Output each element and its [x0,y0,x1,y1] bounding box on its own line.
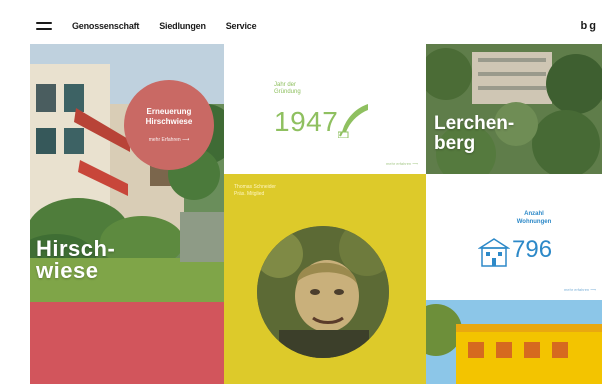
tile-founding-year[interactable]: Jahr der Gründung 1947 mehr erfahren ⟶ [224,44,426,174]
building-icon [478,238,510,267]
person-name: Thomas Schneider Präs. Mitglied [234,184,276,197]
tile-hirschwiese[interactable]: Hirsch- wiese Erneuerung Hirschwiese meh… [30,44,224,302]
apartment-count-label: Anzahl Wohnungen [516,211,552,225]
bottom-photo [426,300,602,384]
nav-item-genossenschaft[interactable]: Genossenschaft [72,21,139,31]
founding-year-more-link[interactable]: mehr erfahren ⟶ [386,161,418,166]
person-portrait-photo [257,226,389,358]
lerchenberg-title: Lerchen- berg [434,113,515,154]
person-portrait [257,226,389,358]
renewal-badge-title: Erneuerung Hirschwiese [145,107,193,126]
nav-item-service[interactable]: Service [226,21,257,31]
founding-year-value: 1947 [274,106,339,137]
tile-person[interactable]: Thomas Schneider Präs. Mitglied [224,174,426,384]
site-logo[interactable]: bg [581,20,598,32]
hirschwiese-title: Hirsch- wiese [36,236,116,283]
top-navigation: Genossenschaft Siedlungen Service bg [0,0,602,44]
feather-icon [338,104,368,138]
hamburger-icon[interactable] [36,22,52,32]
founding-year-label: Jahr der Gründung [274,82,301,95]
tile-red [30,302,224,384]
tile-grid: Hirsch- wiese Erneuerung Hirschwiese meh… [0,44,602,384]
lerchenberg-photo [426,44,602,174]
renewal-badge-link[interactable]: mehr Erfahren ⟶ [149,137,190,143]
tile-bottom-photo[interactable] [426,300,602,384]
nav-item-siedlungen[interactable]: Siedlungen [159,21,206,31]
apartment-count-more-link[interactable]: mehr erfahren ⟶ [564,287,596,292]
tile-apartment-count[interactable]: Anzahl Wohnungen 796 mehr erfahren ⟶ [426,174,602,300]
apartment-count-value: 796 [512,236,553,263]
tile-lerchenberg[interactable]: Lerchen- berg [426,44,602,174]
main-nav: Genossenschaft Siedlungen Service [72,21,257,31]
renewal-badge[interactable]: Erneuerung Hirschwiese mehr Erfahren ⟶ [124,80,214,170]
